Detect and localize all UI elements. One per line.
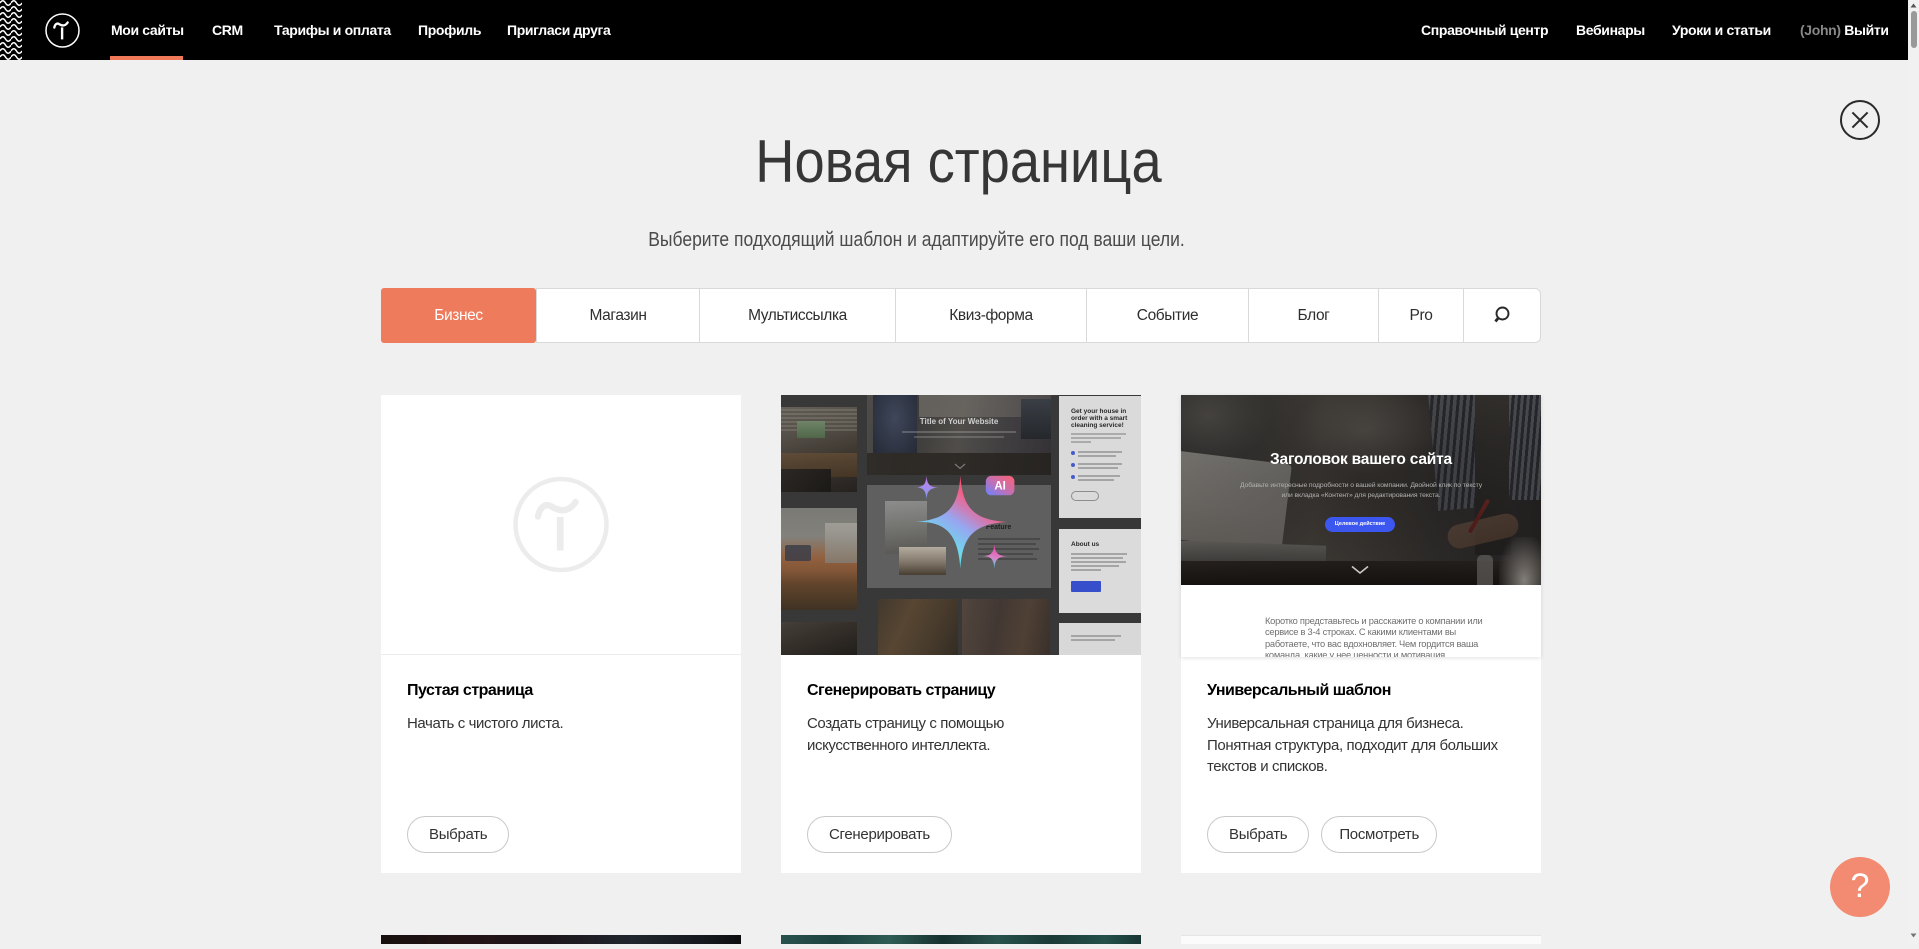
svg-text:AI: AI xyxy=(994,481,1006,493)
